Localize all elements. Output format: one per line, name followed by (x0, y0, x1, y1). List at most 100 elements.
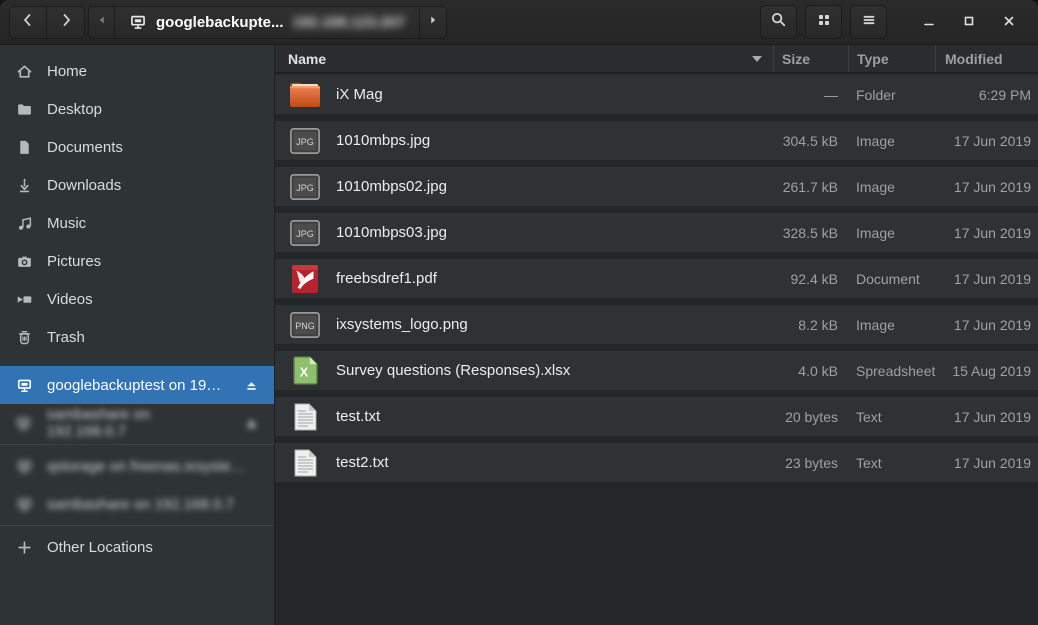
sidebar-divider (0, 444, 274, 445)
menu-button[interactable] (850, 5, 887, 39)
svg-text:X: X (299, 365, 308, 380)
file-size: — (773, 87, 848, 103)
path-scroll-right-button[interactable] (420, 6, 447, 39)
back-button[interactable] (9, 6, 47, 39)
current-location-button[interactable]: googlebackupte... 192.168.123.207 (115, 6, 420, 39)
titlebar-right-cluster (760, 5, 1029, 39)
download-icon (15, 177, 33, 194)
sidebar-item-other-locations[interactable]: Other Locations (0, 528, 274, 566)
file-size: 92.4 kB (773, 271, 848, 287)
file-list: iX Mag — Folder 6:29 PM JPG 1010mbps.jpg… (275, 75, 1038, 489)
video-icon (15, 291, 33, 308)
sidebar-item-label: Home (47, 63, 87, 80)
file-type: Document (848, 271, 935, 287)
places-sidebar: Home Desktop Documents Downloads Music P… (0, 45, 275, 625)
close-icon (1001, 13, 1017, 32)
file-size: 304.5 kB (773, 133, 848, 149)
column-name-label: Name (288, 51, 326, 67)
search-icon (770, 11, 787, 33)
eject-icon[interactable] (244, 378, 259, 393)
file-type: Image (848, 179, 935, 195)
jpg-file-icon: JPG (289, 172, 321, 202)
sidebar-item-documents[interactable]: Documents (0, 128, 274, 166)
file-row[interactable]: X Survey questions (Responses).xlsx 4.0 … (275, 351, 1038, 390)
file-manager-window: googlebackupte... 192.168.123.207 (0, 0, 1038, 625)
column-header-modified[interactable]: Modified (935, 45, 1038, 72)
sidebar-items: Home Desktop Documents Downloads Music P… (0, 52, 274, 566)
svg-text:JPG: JPG (296, 228, 314, 238)
file-name: 1010mbps.jpg (336, 132, 430, 149)
file-size: 8.2 kB (773, 317, 848, 333)
file-modified: 17 Jun 2019 (935, 271, 1038, 287)
sidebar-item-label: Other Locations (47, 539, 153, 556)
sidebar-item-pictures[interactable]: Pictures (0, 242, 274, 280)
network-share-icon (129, 13, 147, 31)
grid-view-icon (816, 12, 832, 33)
chevron-left-icon (20, 12, 36, 33)
path-bar: googlebackupte... 192.168.123.207 (88, 6, 447, 39)
sidebar-item-sambashare-on-192-168-0-7[interactable]: sambashare on 192.168.0.7 (0, 485, 274, 523)
file-size: 261.7 kB (773, 179, 848, 195)
file-row[interactable]: PNG ixsystems_logo.png 8.2 kB Image 17 J… (275, 305, 1038, 344)
sidebar-item-trash[interactable]: Trash (0, 318, 274, 356)
maximize-button[interactable] (949, 5, 989, 39)
location-redacted-text: 192.168.123.207 (293, 14, 406, 31)
sidebar-item-label: Downloads (47, 177, 121, 194)
column-size-label: Size (782, 51, 810, 67)
file-modified: 6:29 PM (935, 87, 1038, 103)
column-type-label: Type (857, 51, 889, 67)
minimize-button[interactable] (909, 5, 949, 39)
sidebar-item-sambashare-on-192-168-0-7[interactable]: sambashare on 192.168.0.7 (0, 404, 274, 442)
eject-icon[interactable] (244, 416, 259, 431)
location-label: googlebackupte... (156, 14, 284, 31)
file-row[interactable]: JPG 1010mbps.jpg 304.5 kB Image 17 Jun 2… (275, 121, 1038, 160)
forward-button[interactable] (47, 6, 85, 39)
file-row[interactable]: JPG 1010mbps02.jpg 261.7 kB Image 17 Jun… (275, 167, 1038, 206)
file-row[interactable]: iX Mag — Folder 6:29 PM (275, 75, 1038, 114)
file-row[interactable]: freebsdref1.pdf 92.4 kB Document 17 Jun … (275, 259, 1038, 298)
column-header-name[interactable]: Name (275, 45, 773, 72)
music-icon (15, 215, 33, 232)
file-type: Image (848, 317, 935, 333)
sidebar-item-qstorage-on-freenas-ixsyste[interactable]: qstorage on freenas.ixsyste… (0, 447, 274, 485)
sidebar-item-downloads[interactable]: Downloads (0, 166, 274, 204)
file-row[interactable]: JPG 1010mbps03.jpg 328.5 kB Image 17 Jun… (275, 213, 1038, 252)
sidebar-item-music[interactable]: Music (0, 204, 274, 242)
pdf-file-icon (289, 264, 321, 294)
sidebar-item-desktop[interactable]: Desktop (0, 90, 274, 128)
file-modified: 17 Jun 2019 (935, 225, 1038, 241)
close-button[interactable] (989, 5, 1029, 39)
folder-orange-file-icon (289, 80, 321, 110)
grid-view-button[interactable] (805, 5, 842, 39)
file-size: 4.0 kB (773, 363, 848, 379)
svg-text:JPG: JPG (296, 136, 314, 146)
column-header-type[interactable]: Type (848, 45, 935, 72)
file-modified: 15 Aug 2019 (935, 363, 1038, 379)
file-row[interactable]: test.txt 20 bytes Text 17 Jun 2019 (275, 397, 1038, 436)
sidebar-item-googlebackuptest-on-19[interactable]: googlebackuptest on 19… (0, 366, 274, 404)
sidebar-item-home[interactable]: Home (0, 52, 274, 90)
file-type: Spreadsheet (848, 363, 935, 379)
search-button[interactable] (760, 5, 797, 39)
file-name: 1010mbps03.jpg (336, 224, 447, 241)
triangle-right-icon (426, 13, 440, 32)
column-header-size[interactable]: Size (773, 45, 848, 72)
file-row[interactable]: test2.txt 23 bytes Text 17 Jun 2019 (275, 443, 1038, 482)
file-name: iX Mag (336, 86, 383, 103)
png-file-icon: PNG (289, 310, 321, 340)
folder-icon (15, 101, 33, 118)
network-icon (15, 496, 33, 513)
minimize-icon (921, 13, 937, 32)
sidebar-item-label: sambashare on 192.168.0.7 (47, 406, 230, 440)
sidebar-item-label: Pictures (47, 253, 101, 270)
triangle-left-icon (95, 13, 109, 32)
sidebar-item-videos[interactable]: Videos (0, 280, 274, 318)
file-type: Text (848, 409, 935, 425)
hamburger-menu-icon (861, 12, 877, 33)
file-name: test.txt (336, 408, 380, 425)
file-name: 1010mbps02.jpg (336, 178, 447, 195)
xlsx-file-icon: X (289, 356, 321, 386)
path-scroll-left-button[interactable] (88, 6, 115, 39)
home-icon (15, 63, 33, 80)
nav-buttons (9, 6, 85, 39)
